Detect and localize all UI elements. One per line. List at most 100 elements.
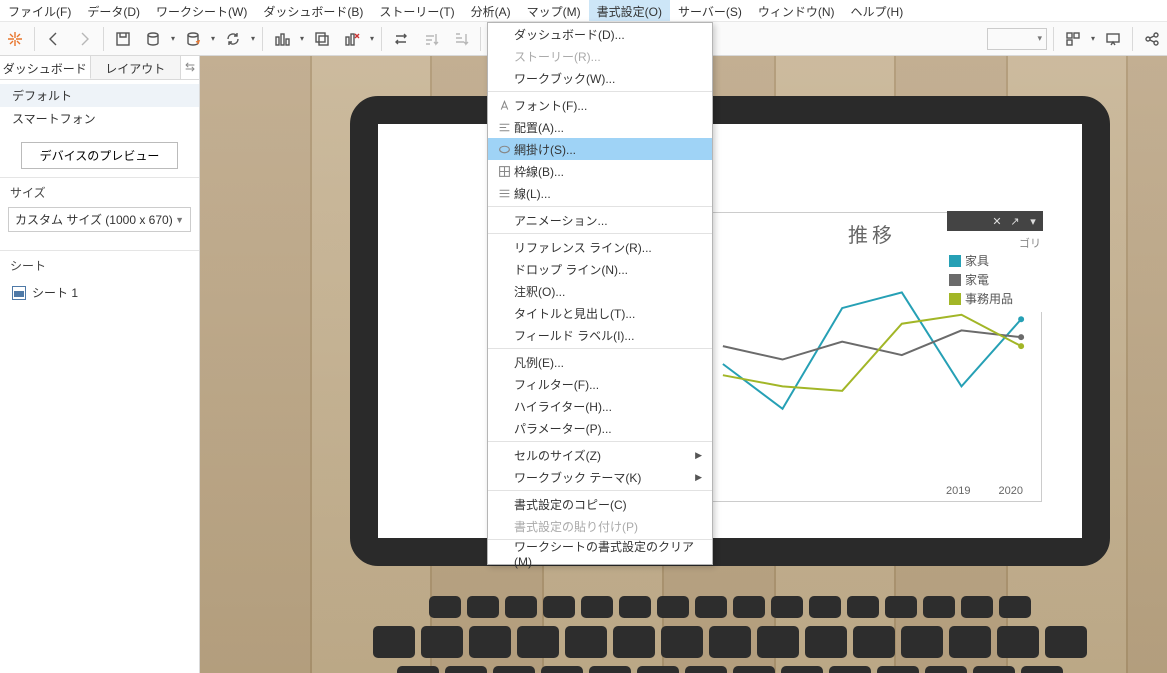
external-icon[interactable]: ↗ <box>1007 213 1023 229</box>
dropdown-arrow-icon[interactable]: ▾ <box>168 34 178 43</box>
device-default[interactable]: デフォルト <box>0 84 199 107</box>
menu-item[interactable]: ワークブック(W)... <box>488 67 712 89</box>
menu-item-label: ハイライター(H)... <box>514 398 702 415</box>
menu-item[interactable]: タイトルと見出し(T)... <box>488 302 712 324</box>
refresh-data-button[interactable] <box>178 24 208 54</box>
menu-item[interactable]: フォント(F)... <box>488 94 712 116</box>
menu-マップ[interactable]: マップ(M) <box>519 0 589 21</box>
close-icon[interactable]: ✕ <box>989 213 1005 229</box>
auto-update-button[interactable] <box>218 24 248 54</box>
menu-item[interactable]: リファレンス ライン(R)... <box>488 236 712 258</box>
fit-selector[interactable]: ▾ <box>987 28 1047 50</box>
legend-item[interactable]: 家電 <box>949 270 1041 289</box>
menu-item[interactable]: ワークブック テーマ(K)▶ <box>488 466 712 488</box>
sheets-header: シート <box>0 250 199 276</box>
menu-item-label: アニメーション... <box>514 212 702 229</box>
lines-icon <box>494 187 514 200</box>
tab-layout[interactable]: レイアウト <box>91 56 182 79</box>
tab-dashboard[interactable]: ダッシュボード <box>0 56 91 79</box>
menu-item[interactable]: 配置(A)... <box>488 116 712 138</box>
shade-icon <box>494 143 514 156</box>
collapse-sidebar-button[interactable]: ⇆ <box>181 56 199 79</box>
menu-item[interactable]: 網掛け(S)... <box>488 138 712 160</box>
format-menu-dropdown: ダッシュボード(D)... ストーリー(R)... ワークブック(W)... フォント… <box>487 22 713 565</box>
tableau-logo[interactable] <box>0 24 30 54</box>
device-preview-button[interactable]: デバイスのプレビュー <box>21 142 179 169</box>
menu-item-label: ストーリー(R)... <box>514 48 702 65</box>
forward-button[interactable] <box>69 24 99 54</box>
menu-データ[interactable]: データ(D) <box>79 0 148 21</box>
menu-item[interactable]: パラメーター(P)... <box>488 417 712 439</box>
clear-button[interactable] <box>337 24 367 54</box>
dropdown-arrow-icon[interactable]: ▾ <box>297 34 307 43</box>
menu-item: 書式設定の貼り付け(P) <box>488 515 712 537</box>
menu-item[interactable]: 凡例(E)... <box>488 351 712 373</box>
legend-title: ゴリ <box>949 235 1041 251</box>
submenu-arrow-icon: ▶ <box>695 472 702 483</box>
menu-item-label: フィールド ラベル(I)... <box>514 327 702 344</box>
new-worksheet-button[interactable] <box>267 24 297 54</box>
dropdown-arrow-icon[interactable]: ▾ <box>367 34 377 43</box>
menu-item-label: ワークシートの書式設定のクリア(M) <box>514 538 702 569</box>
x-tick-label: 2020 <box>999 485 1023 497</box>
menu-item-label: ダッシュボード(D)... <box>514 26 702 43</box>
menu-item[interactable]: 線(L)... <box>488 182 712 204</box>
menu-item[interactable]: ダッシュボード(D)... <box>488 23 712 45</box>
menu-ストーリー[interactable]: ストーリー(T) <box>371 0 462 21</box>
menu-item-label: ワークブック テーマ(K) <box>514 469 695 486</box>
menu-item-label: 枠線(B)... <box>514 163 702 180</box>
menu-item[interactable]: 注釈(O)... <box>488 280 712 302</box>
menu-item-label: 書式設定の貼り付け(P) <box>514 518 702 535</box>
menu-ダッシュボード[interactable]: ダッシュボード(B) <box>255 0 371 21</box>
device-smartphone[interactable]: スマートフォン <box>0 107 199 130</box>
duplicate-button[interactable] <box>307 24 337 54</box>
menu-item[interactable]: ハイライター(H)... <box>488 395 712 417</box>
menu-ファイル[interactable]: ファイル(F) <box>0 0 79 21</box>
menu-ウィンドウ[interactable]: ウィンドウ(N) <box>750 0 843 21</box>
menu-item[interactable]: 枠線(B)... <box>488 160 712 182</box>
sheet-item[interactable]: シート 1 <box>0 280 199 305</box>
menu-item-label: ドロップ ライン(N)... <box>514 261 702 278</box>
sort-desc-button[interactable] <box>446 24 476 54</box>
menu-item-label: タイトルと見出し(T)... <box>514 305 702 322</box>
font-icon <box>494 99 514 112</box>
menu-item-label: 凡例(E)... <box>514 354 702 371</box>
menu-サーバー[interactable]: サーバー(S) <box>670 0 750 21</box>
menu-ワークシート[interactable]: ワークシート(W) <box>148 0 255 21</box>
size-selector[interactable]: カスタム サイズ (1000 x 670) ▼ <box>8 207 191 232</box>
menu-分析[interactable]: 分析(A) <box>463 0 519 21</box>
save-button[interactable] <box>108 24 138 54</box>
menu-item-label: 配置(A)... <box>514 119 702 136</box>
menu-item[interactable]: セルのサイズ(Z)▶ <box>488 444 712 466</box>
new-data-button[interactable] <box>138 24 168 54</box>
sort-asc-button[interactable] <box>416 24 446 54</box>
dropdown-arrow-icon[interactable]: ▾ <box>1088 34 1098 43</box>
menu-item-label: パラメーター(P)... <box>514 420 702 437</box>
menu-item-label: リファレンス ライン(R)... <box>514 239 702 256</box>
menu-arrow-icon[interactable]: ▾ <box>1025 213 1041 229</box>
menu-item[interactable]: ワークシートの書式設定のクリア(M) <box>488 542 712 564</box>
dropdown-arrow-icon[interactable]: ▾ <box>248 34 258 43</box>
border-icon <box>494 165 514 178</box>
presentation-button[interactable] <box>1098 24 1128 54</box>
chart-card[interactable]: 推移 20192020 ✕ ↗ ▾ ゴリ家具家電事務用品 <box>702 212 1042 502</box>
menu-ヘルプ[interactable]: ヘルプ(H) <box>843 0 912 21</box>
legend-item[interactable]: 事務用品 <box>949 289 1041 308</box>
menu-item[interactable]: フィールド ラベル(I)... <box>488 324 712 346</box>
menu-item[interactable]: ドロップ ライン(N)... <box>488 258 712 280</box>
menu-item[interactable]: アニメーション... <box>488 209 712 231</box>
dropdown-arrow-icon: ▼ <box>175 215 184 225</box>
menu-書式設定[interactable]: 書式設定(O) <box>589 0 670 21</box>
menu-item[interactable]: 書式設定のコピー(C) <box>488 493 712 515</box>
legend-label: 事務用品 <box>965 290 1013 307</box>
legend-item[interactable]: 家具 <box>949 251 1041 270</box>
show-me-button[interactable] <box>1058 24 1088 54</box>
menu-item-label: セルのサイズ(Z) <box>514 447 695 464</box>
swap-button[interactable] <box>386 24 416 54</box>
menu-item[interactable]: フィルター(F)... <box>488 373 712 395</box>
share-button[interactable] <box>1137 24 1167 54</box>
back-button[interactable] <box>39 24 69 54</box>
dropdown-arrow-icon[interactable]: ▾ <box>208 34 218 43</box>
legend-panel[interactable]: ✕ ↗ ▾ ゴリ家具家電事務用品 <box>947 211 1043 312</box>
laptop-screen: 推移 20192020 ✕ ↗ ▾ ゴリ家具家電事務用品 <box>350 96 1110 566</box>
